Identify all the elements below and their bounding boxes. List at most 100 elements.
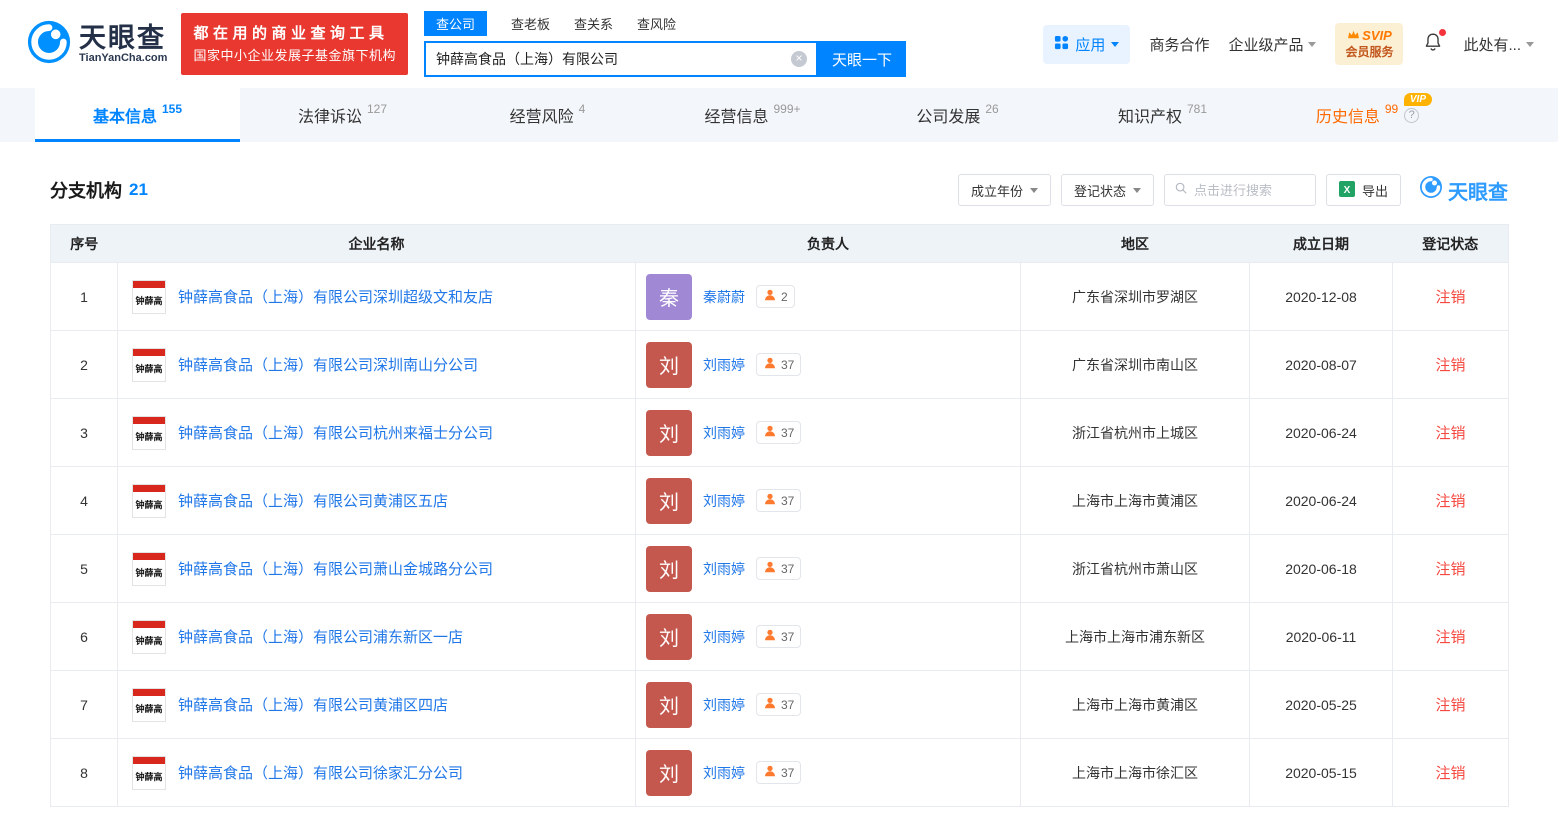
person-link[interactable]: 刘雨婷 <box>703 355 745 375</box>
apps-button[interactable]: 应用 <box>1043 25 1130 64</box>
row-index: 7 <box>80 697 88 713</box>
company-logo-text: 钟薛高 <box>133 560 165 585</box>
region-text: 广东省深圳市罗湖区 <box>1072 289 1198 305</box>
status-filter-button[interactable]: 登记状态 <box>1061 174 1154 206</box>
table-row: 1 钟薛高 钟薛高食品（上海）有限公司深圳超级文和友店 秦 秦蔚蔚 <box>51 263 1509 331</box>
partner-count-badge[interactable]: 37 <box>756 489 801 512</box>
column-header-person: 负责人 <box>636 225 1021 263</box>
partner-count-badge[interactable]: 37 <box>756 625 801 648</box>
company-logo-strip <box>133 689 165 696</box>
search-tab-relation[interactable]: 查关系 <box>574 11 613 36</box>
company-link[interactable]: 钟薛高食品（上海）有限公司徐家汇分公司 <box>178 762 463 783</box>
person-link[interactable]: 刘雨婷 <box>703 423 745 443</box>
promo-line-1: 都在用的商业查询工具 <box>193 22 396 45</box>
company-logo: 钟薛高 <box>132 620 166 654</box>
company-logo-text: 钟薛高 <box>133 764 165 789</box>
table-row: 3 钟薛高 钟薛高食品（上海）有限公司杭州来福士分公司 刘 刘雨婷 <box>51 399 1509 467</box>
search-button[interactable]: 天眼一下 <box>818 41 906 77</box>
search-input[interactable] <box>426 51 791 67</box>
person-link[interactable]: 刘雨婷 <box>703 763 745 783</box>
vip-badge: VIP <box>1404 93 1432 106</box>
company-link[interactable]: 钟薛高食品（上海）有限公司深圳南山分公司 <box>178 354 478 375</box>
region-text: 上海市上海市黄浦区 <box>1072 697 1198 713</box>
table-search-box[interactable] <box>1164 174 1316 206</box>
watermark-label: 天眼查 <box>1448 176 1508 205</box>
company-link[interactable]: 钟薛高食品（上海）有限公司黄浦区五店 <box>178 490 448 511</box>
tab-label: 法律诉讼 <box>298 103 362 127</box>
partner-count-badge[interactable]: 37 <box>756 353 801 376</box>
tab-legal-proceedings[interactable]: 法律诉讼 127 <box>240 88 445 142</box>
tianyancha-logo-icon <box>26 19 72 70</box>
promo-banner: 都在用的商业查询工具 国家中小企业发展子基金旗下机构 <box>181 13 408 74</box>
tab-count: 127 <box>367 102 387 116</box>
branch-table: 序号 企业名称 负责人 地区 成立日期 登记状态 1 钟薛高 钟薛高食品（上海）… <box>50 224 1509 807</box>
person-avatar: 刘 <box>646 342 692 388</box>
chevron-down-icon <box>1308 42 1316 47</box>
person-link[interactable]: 刘雨婷 <box>703 559 745 579</box>
search-tab-boss[interactable]: 查老板 <box>511 11 550 36</box>
tab-intellectual-property[interactable]: 知识产权 781 <box>1060 88 1265 142</box>
company-logo: 钟薛高 <box>132 348 166 382</box>
person-link[interactable]: 刘雨婷 <box>703 627 745 647</box>
company-link[interactable]: 钟薛高食品（上海）有限公司黄浦区四店 <box>178 694 448 715</box>
tab-history-info[interactable]: VIP 历史信息 99 ? <box>1265 88 1470 142</box>
company-link[interactable]: 钟薛高食品（上海）有限公司深圳超级文和友店 <box>178 286 493 307</box>
clear-icon[interactable]: × <box>791 51 807 67</box>
table-header-row: 序号 企业名称 负责人 地区 成立日期 登记状态 <box>51 225 1509 263</box>
year-filter-button[interactable]: 成立年份 <box>958 174 1051 206</box>
person-link[interactable]: 刘雨婷 <box>703 695 745 715</box>
tab-basic-info[interactable]: 基本信息 155 <box>35 88 240 142</box>
person-icon <box>763 356 777 373</box>
svip-button[interactable]: SVIP 会员服务 <box>1335 23 1403 64</box>
excel-icon: X <box>1339 181 1355 200</box>
badge-count: 37 <box>781 766 794 780</box>
row-index: 4 <box>80 493 88 509</box>
company-logo-text: 钟薛高 <box>133 696 165 721</box>
tab-operation-info[interactable]: 经营信息 999+ <box>650 88 855 142</box>
notifications-button[interactable] <box>1422 31 1444 58</box>
company-logo: 钟薛高 <box>132 688 166 722</box>
company-link[interactable]: 钟薛高食品（上海）有限公司浦东新区一店 <box>178 626 463 647</box>
badge-count: 37 <box>781 630 794 644</box>
promo-line-2: 国家中小企业发展子基金旗下机构 <box>193 46 396 66</box>
search-tab-company[interactable]: 查公司 <box>424 11 487 36</box>
partner-count-badge[interactable]: 37 <box>756 557 801 580</box>
partner-count-badge[interactable]: 37 <box>756 693 801 716</box>
region-text: 上海市上海市黄浦区 <box>1072 493 1198 509</box>
date-text: 2020-08-07 <box>1285 357 1357 373</box>
tab-operation-risk[interactable]: 经营风险 4 <box>445 88 650 142</box>
partner-count-badge[interactable]: 37 <box>756 421 801 444</box>
tab-label: 公司发展 <box>916 103 980 127</box>
company-link[interactable]: 钟薛高食品（上海）有限公司萧山金城路分公司 <box>178 558 493 579</box>
table-search-input[interactable] <box>1194 183 1304 198</box>
region-text: 上海市上海市徐汇区 <box>1072 765 1198 781</box>
column-header-date: 成立日期 <box>1250 225 1393 263</box>
row-index: 5 <box>80 561 88 577</box>
table-row: 6 钟薛高 钟薛高食品（上海）有限公司浦东新区一店 刘 刘雨婷 <box>51 603 1509 671</box>
chevron-down-icon <box>1111 42 1119 47</box>
status-text: 注销 <box>1435 425 1465 442</box>
person-link[interactable]: 刘雨婷 <box>703 491 745 511</box>
tab-company-development[interactable]: 公司发展 26 <box>855 88 1060 142</box>
export-button[interactable]: X 导出 <box>1326 174 1401 206</box>
row-index: 3 <box>80 425 88 441</box>
date-text: 2020-06-24 <box>1285 425 1357 441</box>
apps-label: 应用 <box>1075 34 1105 55</box>
account-menu[interactable]: 此处有... <box>1463 34 1534 55</box>
partner-count-badge[interactable]: 2 <box>756 285 795 308</box>
date-text: 2020-05-15 <box>1285 765 1357 781</box>
tab-count: 99 <box>1385 102 1398 116</box>
row-index: 1 <box>80 289 88 305</box>
enterprise-product-link[interactable]: 企业级产品 <box>1228 34 1316 55</box>
search-tab-risk[interactable]: 查风险 <box>637 11 676 36</box>
tab-label: 经营风险 <box>510 103 574 127</box>
brand-logo[interactable]: 天眼查 TianYanCha.com <box>26 19 167 70</box>
export-label: 导出 <box>1362 181 1388 200</box>
help-icon[interactable]: ? <box>1404 108 1419 123</box>
company-logo: 钟薛高 <box>132 416 166 450</box>
partner-count-badge[interactable]: 37 <box>756 761 801 784</box>
business-label: 商务合作 <box>1149 34 1209 55</box>
person-link[interactable]: 秦蔚蔚 <box>703 287 745 307</box>
business-cooperation-link[interactable]: 商务合作 <box>1149 34 1209 55</box>
company-link[interactable]: 钟薛高食品（上海）有限公司杭州来福士分公司 <box>178 422 493 443</box>
